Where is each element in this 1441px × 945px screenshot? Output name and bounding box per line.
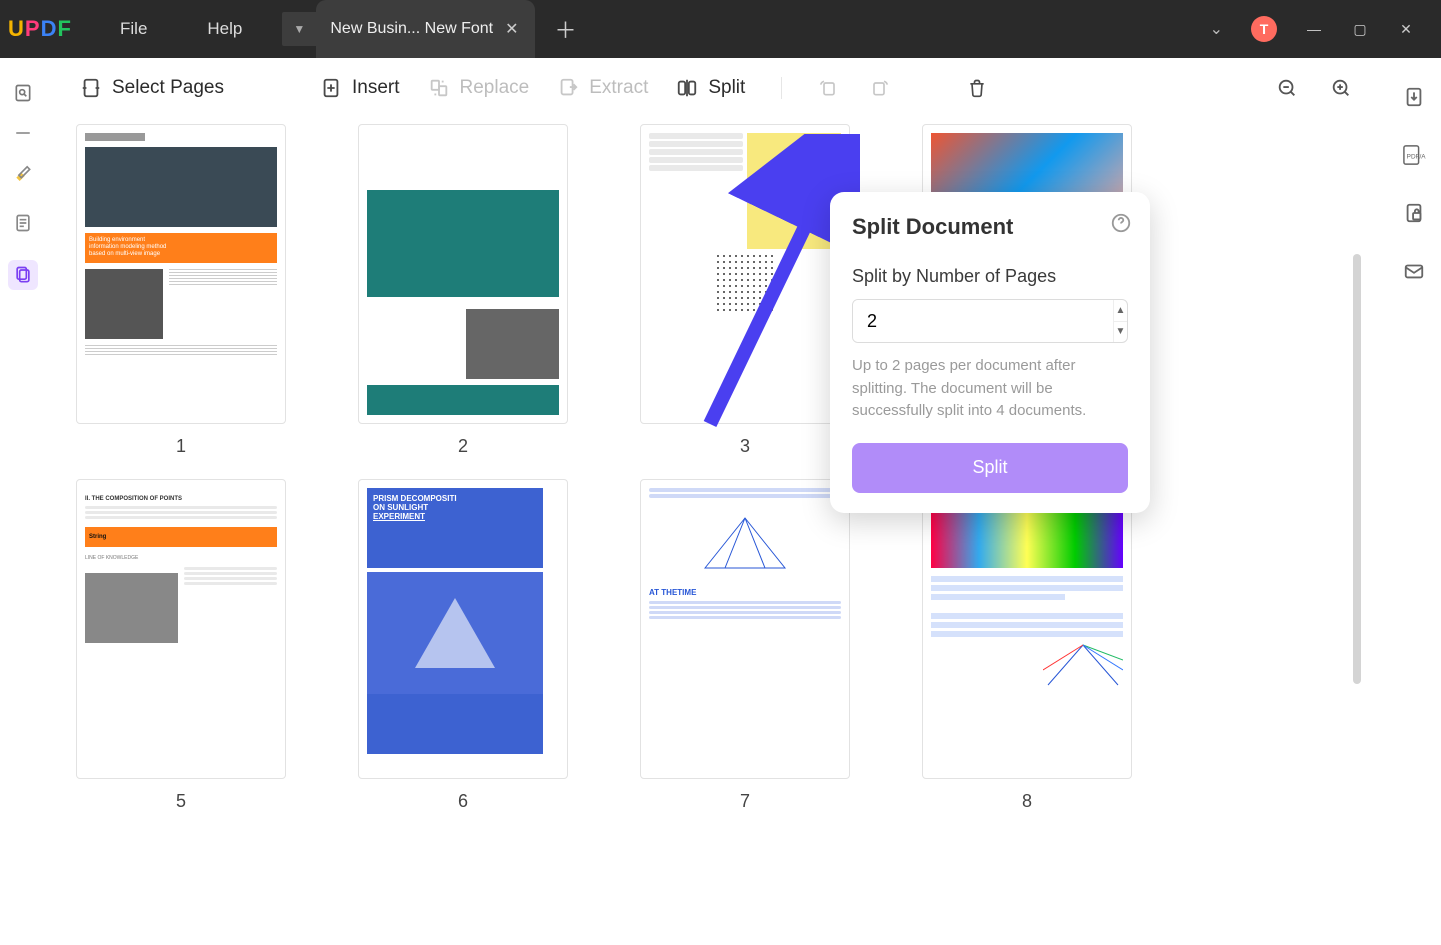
- tab-close-icon[interactable]: ✕: [505, 19, 518, 39]
- pages-input[interactable]: [853, 300, 1113, 342]
- rotate-right-tool[interactable]: [868, 77, 890, 99]
- thumbnail-page-5[interactable]: II. THE COMPOSITION OF POINTS String LIN…: [76, 479, 286, 812]
- thumbnail-page-7[interactable]: AT THETIME 7: [640, 479, 850, 812]
- thumbnail-label: 5: [176, 791, 186, 812]
- organize-toolbar: Select Pages Insert Replace Extract Spli…: [70, 76, 1363, 114]
- organize-pages-icon[interactable]: [8, 260, 38, 290]
- thumbnail-label: 1: [176, 436, 186, 457]
- insert-label: Insert: [352, 77, 400, 99]
- zoom-out-icon[interactable]: [1275, 76, 1299, 100]
- thumbnail-grid: Building environment information modelin…: [76, 124, 1363, 812]
- thumbnail-page-3[interactable]: 3: [640, 124, 850, 457]
- title-right: ⌄ T — ▢ ✕: [1210, 16, 1441, 42]
- mail-icon[interactable]: [1399, 256, 1429, 286]
- pdf-a-icon[interactable]: PDF/A: [1399, 140, 1429, 170]
- thumbnail-page-8[interactable]: 8: [922, 479, 1132, 812]
- insert-tool[interactable]: Insert: [320, 77, 400, 99]
- titlebar: UPDF File Help ▼ New Busin... New Font ✕…: [0, 0, 1441, 58]
- popover-title: Split Document: [852, 214, 1128, 240]
- help-icon[interactable]: [1110, 212, 1132, 239]
- thumbnail-label: 8: [1022, 791, 1032, 812]
- delete-tool[interactable]: [966, 77, 988, 99]
- window-close-icon[interactable]: ✕: [1397, 21, 1415, 38]
- main-menu: File Help: [120, 19, 242, 39]
- scrollbar[interactable]: [1353, 254, 1361, 684]
- spinner-down-icon[interactable]: ▼: [1114, 322, 1127, 343]
- toolbar-separator: [781, 77, 782, 99]
- protect-icon[interactable]: [1399, 198, 1429, 228]
- window-maximize-icon[interactable]: ▢: [1351, 21, 1369, 38]
- form-icon[interactable]: [8, 208, 38, 238]
- thumbnail-page-1[interactable]: Building environment information modelin…: [76, 124, 286, 457]
- document-tab[interactable]: New Busin... New Font ✕: [316, 0, 534, 58]
- center-pane: Select Pages Insert Replace Extract Spli…: [46, 58, 1387, 945]
- zoom-in-icon[interactable]: [1329, 76, 1353, 100]
- extract-tool[interactable]: Extract: [557, 77, 648, 99]
- menu-help[interactable]: Help: [207, 19, 242, 39]
- search-icon[interactable]: [8, 78, 38, 108]
- tab-title: New Busin... New Font: [330, 20, 493, 38]
- highlighter-icon[interactable]: [8, 156, 38, 186]
- split-tool[interactable]: Split: [676, 77, 745, 99]
- split-label: Split: [708, 77, 745, 99]
- thumbnail-page-2[interactable]: 2: [358, 124, 568, 457]
- left-rail: [0, 58, 46, 945]
- thumbnail-label: 6: [458, 791, 468, 812]
- right-rail: PDF/A: [1387, 58, 1441, 945]
- spinner-up-icon[interactable]: ▲: [1114, 300, 1127, 322]
- tab-region: ▼ New Busin... New Font ✕ ＋: [282, 0, 576, 58]
- tab-add-icon[interactable]: ＋: [555, 13, 577, 45]
- window-minimize-icon[interactable]: —: [1305, 21, 1323, 37]
- tab-list-button[interactable]: ▼: [282, 12, 316, 46]
- svg-text:PDF/A: PDF/A: [1407, 154, 1427, 161]
- split-mode-label: Split by Number of Pages: [852, 266, 1128, 287]
- rotate-left-tool[interactable]: [818, 77, 840, 99]
- split-confirm-button[interactable]: Split: [852, 443, 1128, 493]
- separator: [16, 132, 30, 134]
- thumbnail-label: 3: [740, 436, 750, 457]
- thumbnail-label: 7: [740, 791, 750, 812]
- extract-label: Extract: [589, 77, 648, 99]
- convert-icon[interactable]: [1399, 82, 1429, 112]
- thumbnail-label: 2: [458, 436, 468, 457]
- replace-tool[interactable]: Replace: [428, 77, 530, 99]
- split-hint: Up to 2 pages per document after splitti…: [852, 355, 1128, 423]
- split-popover: Split Document Split by Number of Pages …: [830, 192, 1150, 513]
- select-pages-label: Select Pages: [112, 77, 224, 99]
- app-logo: UPDF: [0, 16, 80, 42]
- menu-file[interactable]: File: [120, 19, 147, 39]
- dropdown-icon[interactable]: ⌄: [1210, 19, 1223, 39]
- user-avatar[interactable]: T: [1251, 16, 1277, 42]
- pages-spinner: ▲ ▼: [852, 299, 1128, 343]
- replace-label: Replace: [460, 77, 530, 99]
- select-pages-tool[interactable]: Select Pages: [80, 77, 224, 99]
- zoom-group: [1275, 76, 1353, 100]
- thumbnail-page-6[interactable]: PRISM DECOMPOSITI ON SUNLIGHT EXPERIMENT…: [358, 479, 568, 812]
- thumbnail-area: Building environment information modelin…: [70, 114, 1363, 914]
